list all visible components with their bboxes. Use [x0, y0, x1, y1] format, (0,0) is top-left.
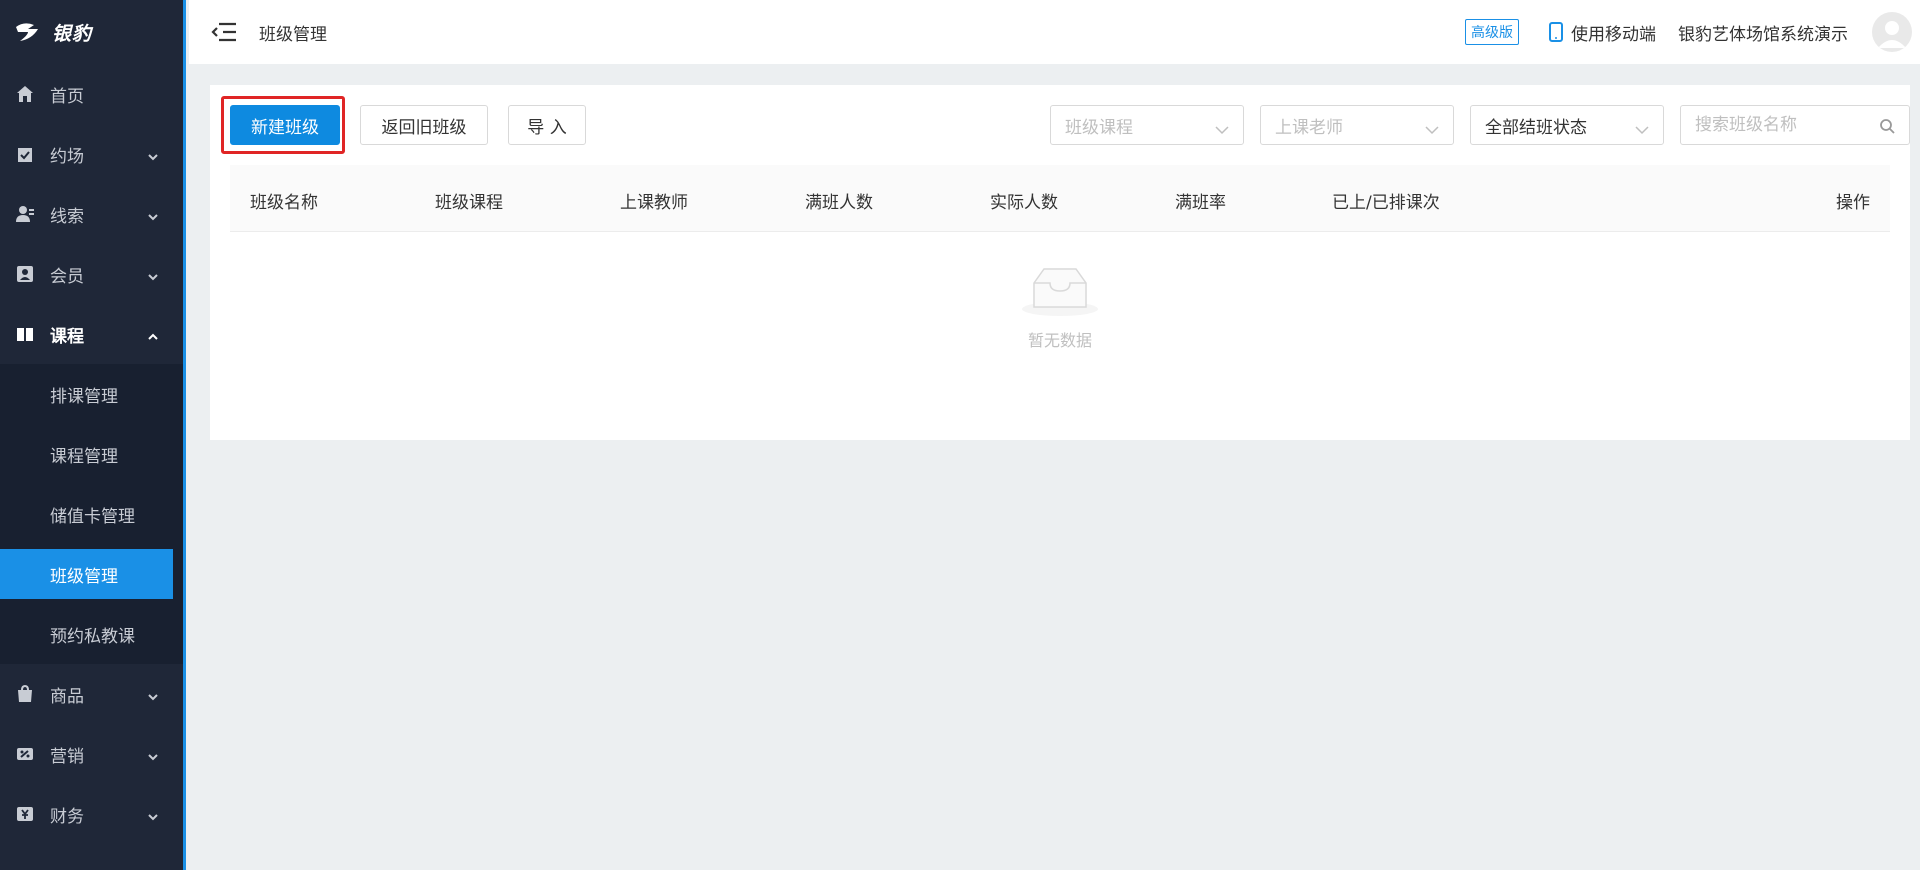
sidebar-subitem-class-manage[interactable]: 班级管理 — [0, 549, 173, 599]
brand-logo[interactable]: 银豹 — [0, 0, 183, 64]
coupon-icon — [16, 745, 34, 763]
column-header-teacher: 上课教师 — [620, 193, 688, 213]
sidebar-subitem-course-manage[interactable]: 课程管理 — [0, 424, 183, 484]
book-icon — [16, 325, 34, 343]
chevron-down-icon — [1635, 120, 1649, 135]
empty-inbox-icon — [1022, 268, 1098, 316]
avatar[interactable] — [1872, 12, 1912, 52]
new-class-button[interactable]: 新建班级 — [230, 105, 340, 145]
chevron-down-icon — [1215, 120, 1229, 135]
column-header-actual-count: 实际人数 — [990, 193, 1058, 213]
teacher-select-placeholder: 上课老师 — [1275, 117, 1343, 138]
brand-logo-icon — [16, 23, 38, 41]
class-search — [1680, 105, 1910, 145]
class-list-card: 新建班级 返回旧班级 导 入 班级课程 上课老师 全部结班状态 班级名称 班级课… — [210, 85, 1910, 440]
top-header: 班级管理 高级版 使用移动端 银豹艺体场馆系统演示 — [189, 0, 1920, 64]
sidebar-item-course[interactable]: 课程 — [0, 304, 183, 364]
chevron-down-icon — [147, 748, 159, 761]
menu-collapse-icon[interactable] — [211, 21, 237, 43]
sidebar-item-label: 课程 — [50, 326, 84, 347]
sidebar-item-label: 约场 — [50, 146, 84, 167]
status-select[interactable]: 全部结班状态 — [1470, 105, 1664, 145]
home-icon — [16, 85, 34, 103]
sidebar-item-home[interactable]: 首页 — [0, 64, 183, 124]
status-select-value: 全部结班状态 — [1485, 117, 1587, 138]
sidebar-item-label: 商品 — [50, 686, 84, 707]
column-header-class-name: 班级名称 — [250, 193, 318, 213]
sidebar-item-marketing[interactable]: 营销 — [0, 724, 183, 784]
page-title: 班级管理 — [259, 24, 327, 45]
column-header-actions: 操作 — [1836, 193, 1870, 213]
mobile-link-label: 使用移动端 — [1571, 24, 1656, 45]
import-button[interactable]: 导 入 — [508, 105, 586, 145]
course-select-placeholder: 班级课程 — [1065, 117, 1133, 138]
column-header-fill-rate: 满班率 — [1175, 193, 1226, 213]
search-icon[interactable] — [1879, 118, 1895, 134]
sidebar-item-label: 线索 — [50, 206, 84, 227]
sidebar-item-label: 首页 — [50, 86, 84, 107]
teacher-select[interactable]: 上课老师 — [1260, 105, 1454, 145]
sidebar-item-leads[interactable]: 线索 — [0, 184, 183, 244]
chevron-up-icon — [147, 328, 159, 340]
mobile-phone-icon — [1549, 22, 1563, 42]
shopping-bag-icon — [16, 685, 34, 703]
sidebar-item-label: 会员 — [50, 266, 84, 287]
column-header-class-course: 班级课程 — [435, 193, 503, 213]
finance-icon — [16, 805, 34, 823]
edition-badge: 高级版 — [1465, 19, 1519, 45]
sidebar-subitem-private-lesson[interactable]: 预约私教课 — [0, 604, 183, 664]
sidebar-item-members[interactable]: 会员 — [0, 244, 183, 304]
course-select[interactable]: 班级课程 — [1050, 105, 1244, 145]
toolbar: 新建班级 返回旧班级 导 入 班级课程 上课老师 全部结班状态 — [221, 96, 1910, 154]
member-card-icon — [16, 265, 34, 283]
sidebar-item-label: 财务 — [50, 806, 84, 827]
chevron-down-icon — [147, 808, 159, 821]
sidebar: 银豹 首页 约场 线索 会员 课程 排课管理 课程管理 储值卡管理 班级管理 预… — [0, 0, 186, 870]
chevron-down-icon — [147, 268, 159, 281]
user-lead-icon — [16, 205, 34, 223]
sidebar-item-goods[interactable]: 商品 — [0, 664, 183, 724]
class-search-input[interactable] — [1681, 106, 1861, 144]
column-header-capacity: 满班人数 — [805, 193, 873, 213]
sidebar-item-finance[interactable]: 财务 — [0, 784, 183, 844]
empty-state: 暂无数据 — [230, 265, 1890, 351]
venue-name[interactable]: 银豹艺体场馆系统演示 — [1678, 20, 1848, 45]
chevron-down-icon — [1425, 120, 1439, 135]
back-old-class-button[interactable]: 返回旧班级 — [360, 105, 488, 145]
sidebar-item-booking[interactable]: 约场 — [0, 124, 183, 184]
sidebar-subitem-stored-card[interactable]: 储值卡管理 — [0, 484, 183, 544]
sidebar-item-label: 营销 — [50, 746, 84, 767]
chevron-down-icon — [147, 688, 159, 701]
brand-name: 银豹 — [52, 22, 93, 45]
sidebar-subitem-schedule[interactable]: 排课管理 — [0, 364, 183, 424]
table-header: 班级名称 班级课程 上课教师 满班人数 实际人数 满班率 已上/已排课次 操作 — [230, 165, 1890, 232]
chevron-down-icon — [147, 148, 159, 161]
course-submenu: 排课管理 课程管理 储值卡管理 班级管理 预约私教课 — [0, 364, 183, 664]
user-avatar-icon — [1878, 21, 1906, 48]
mobile-link[interactable]: 使用移动端 — [1549, 20, 1656, 45]
chevron-down-icon — [147, 208, 159, 221]
empty-text: 暂无数据 — [1027, 331, 1092, 350]
calendar-check-icon — [16, 145, 34, 163]
column-header-sessions: 已上/已排课次 — [1332, 193, 1440, 213]
class-table: 班级名称 班级课程 上课教师 满班人数 实际人数 满班率 已上/已排课次 操作 … — [230, 165, 1890, 350]
